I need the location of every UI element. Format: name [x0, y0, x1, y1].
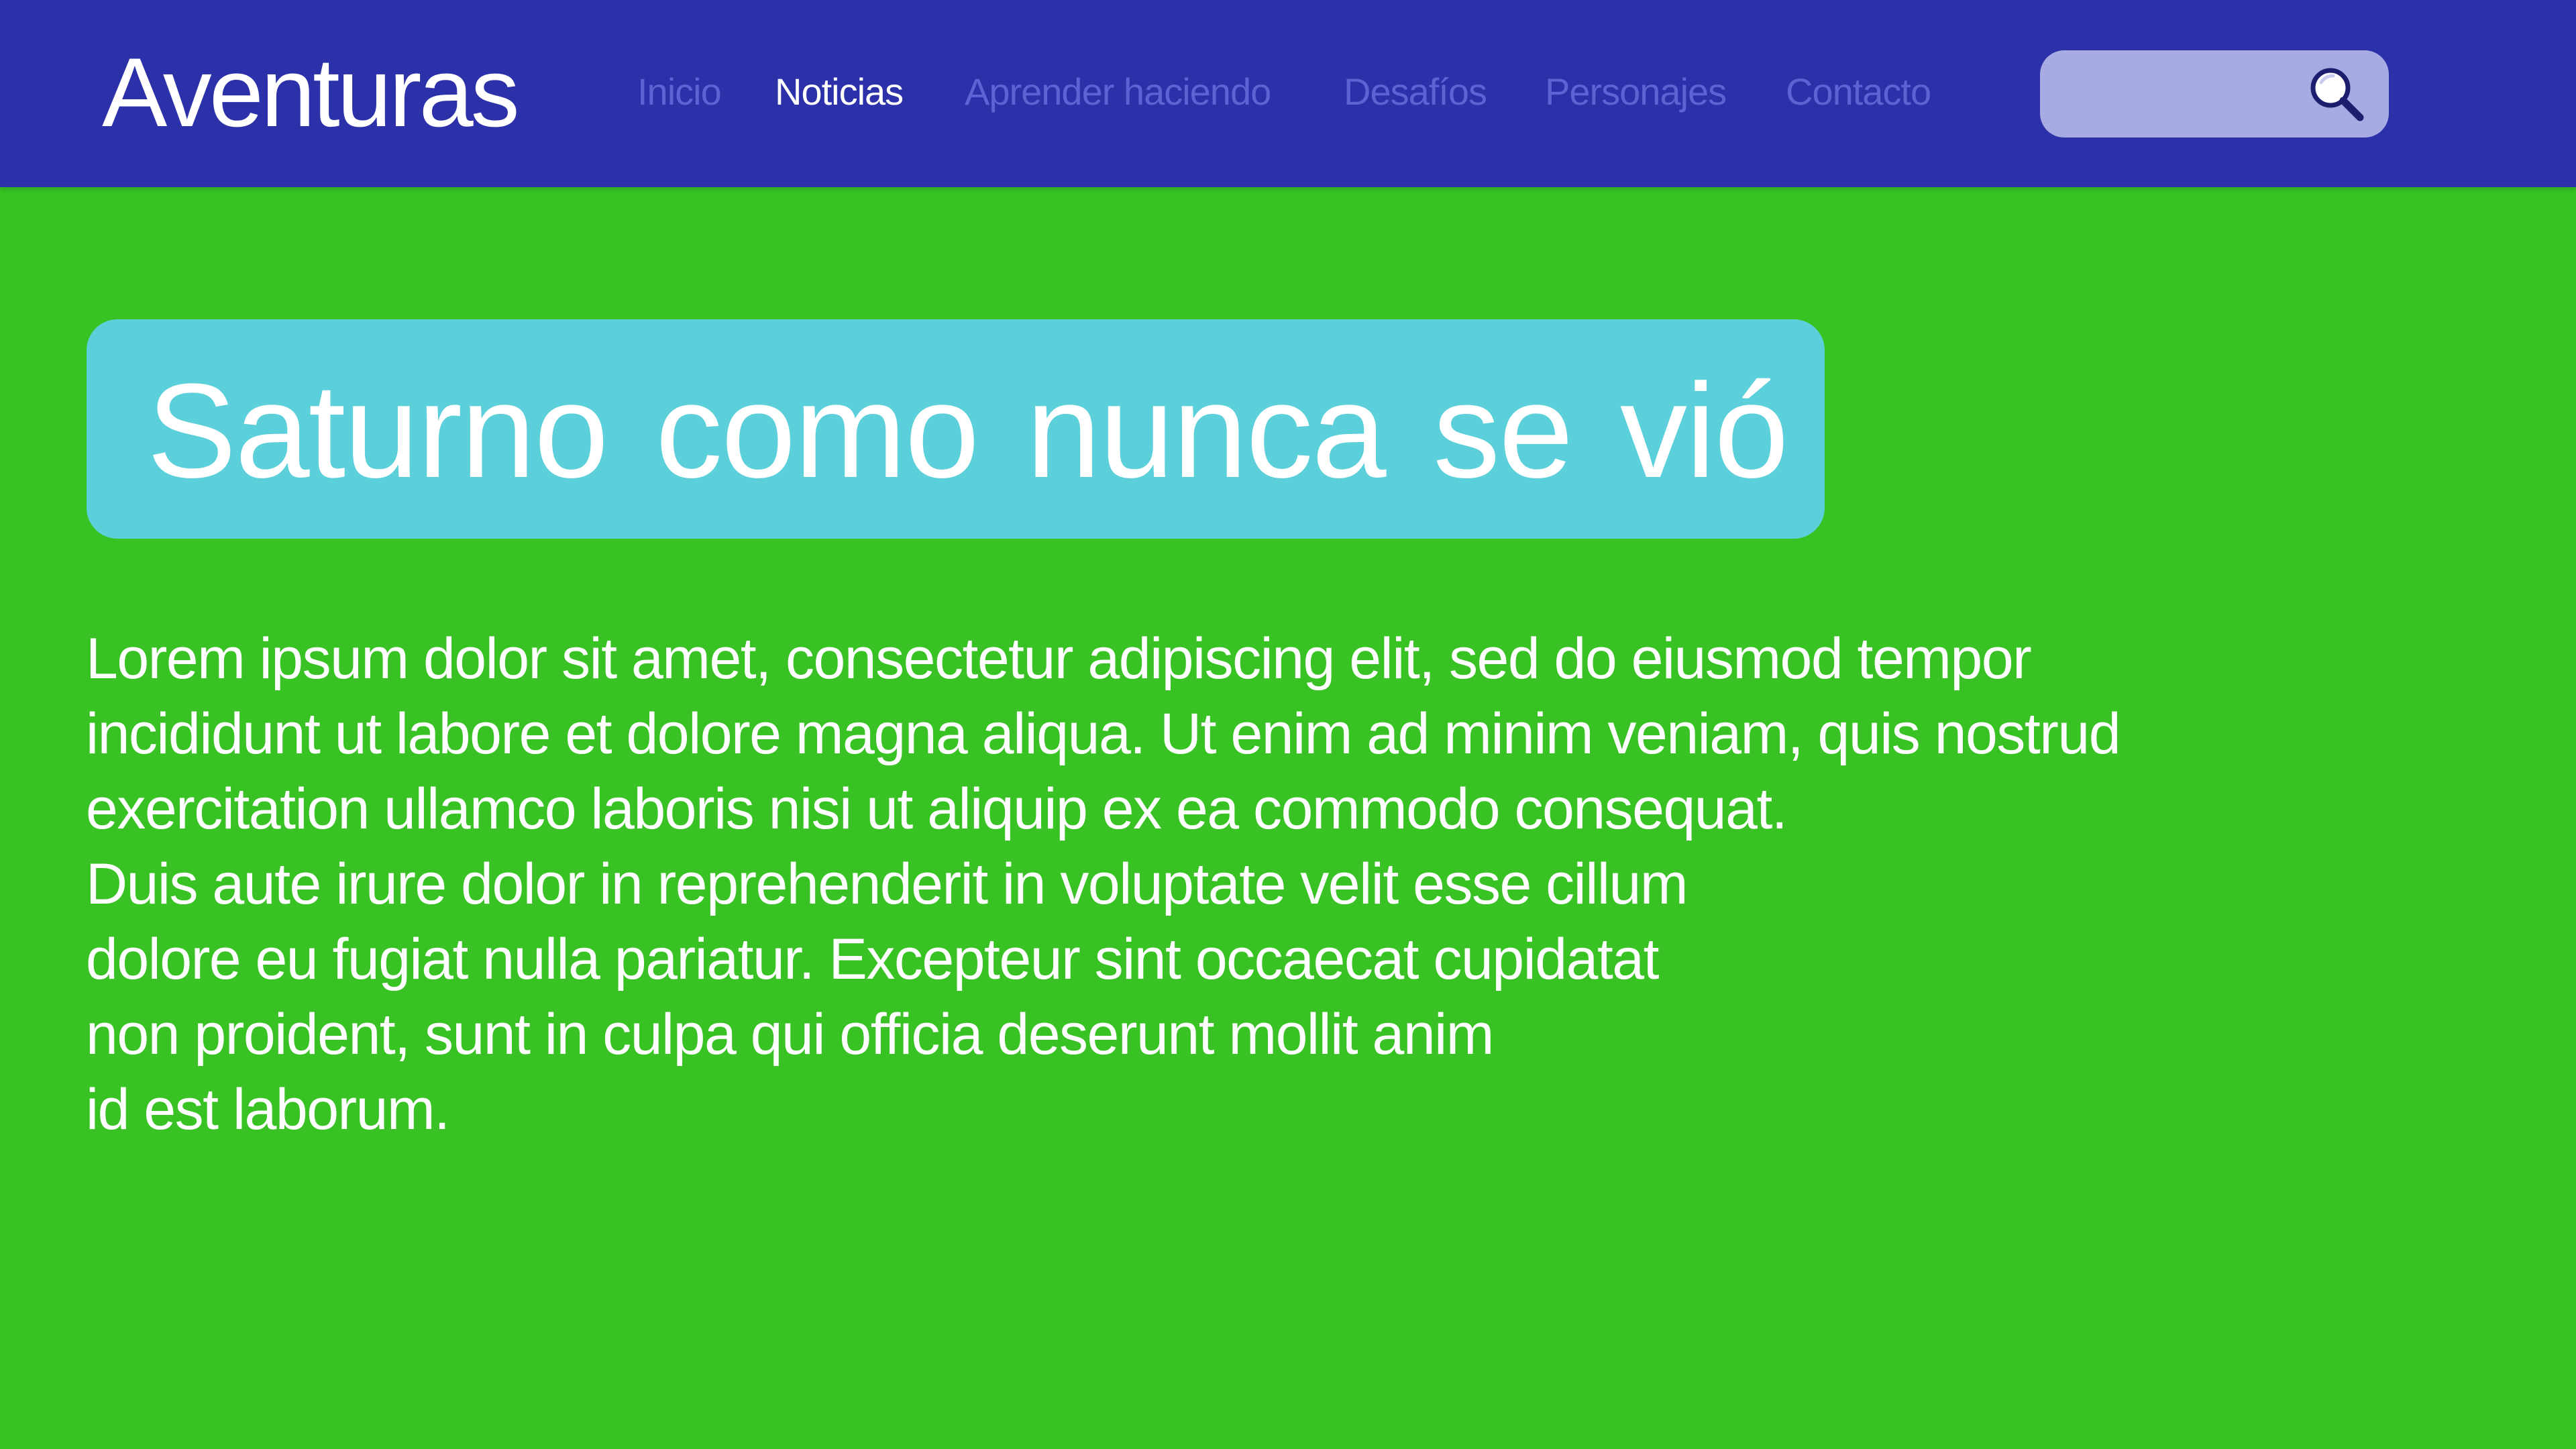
article-title: Saturno como nunca se vió — [147, 356, 1789, 506]
article-title-banner: Saturno como nunca se vió — [87, 319, 1825, 539]
article-body-line: Duis aute irure dolor in reprehenderit i… — [86, 852, 1688, 916]
page: Aventuras Inicio Noticias Aprender hacie… — [0, 0, 2576, 1449]
search-button[interactable] — [2305, 62, 2368, 125]
search-icon — [2310, 68, 2364, 121]
nav-item-aprender-haciendo[interactable]: Aprender haciendo — [965, 68, 1271, 115]
article-body-line: Lorem ipsum dolor sit amet, consectetur … — [86, 627, 2032, 691]
article-body-line: incididunt ut labore et dolore magna ali… — [86, 702, 2121, 766]
article-body: Lorem ipsum dolor sit amet, consectetur … — [86, 621, 2501, 1147]
site-logo[interactable]: Aventuras — [102, 39, 520, 146]
article-body-line: dolore eu fugiat nulla pariatur. Excepte… — [86, 927, 1659, 991]
article-body-line: exercitation ullamco laboris nisi ut ali… — [86, 777, 1788, 841]
search-input[interactable] — [2067, 70, 2311, 119]
nav-item-personajes[interactable]: Personajes — [1545, 68, 1727, 115]
nav-item-inicio[interactable]: Inicio — [637, 68, 722, 115]
search-box — [2040, 50, 2389, 138]
article-body-line: non proident, sunt in culpa qui officia … — [86, 1002, 1494, 1067]
nav-item-contacto[interactable]: Contacto — [1786, 68, 1931, 115]
nav-item-noticias[interactable]: Noticias — [775, 68, 904, 115]
nav-item-desafios[interactable]: Desafíos — [1344, 68, 1487, 115]
article-body-line: id est laborum. — [86, 1077, 450, 1142]
top-navigation-bar: Aventuras Inicio Noticias Aprender hacie… — [0, 0, 2576, 187]
